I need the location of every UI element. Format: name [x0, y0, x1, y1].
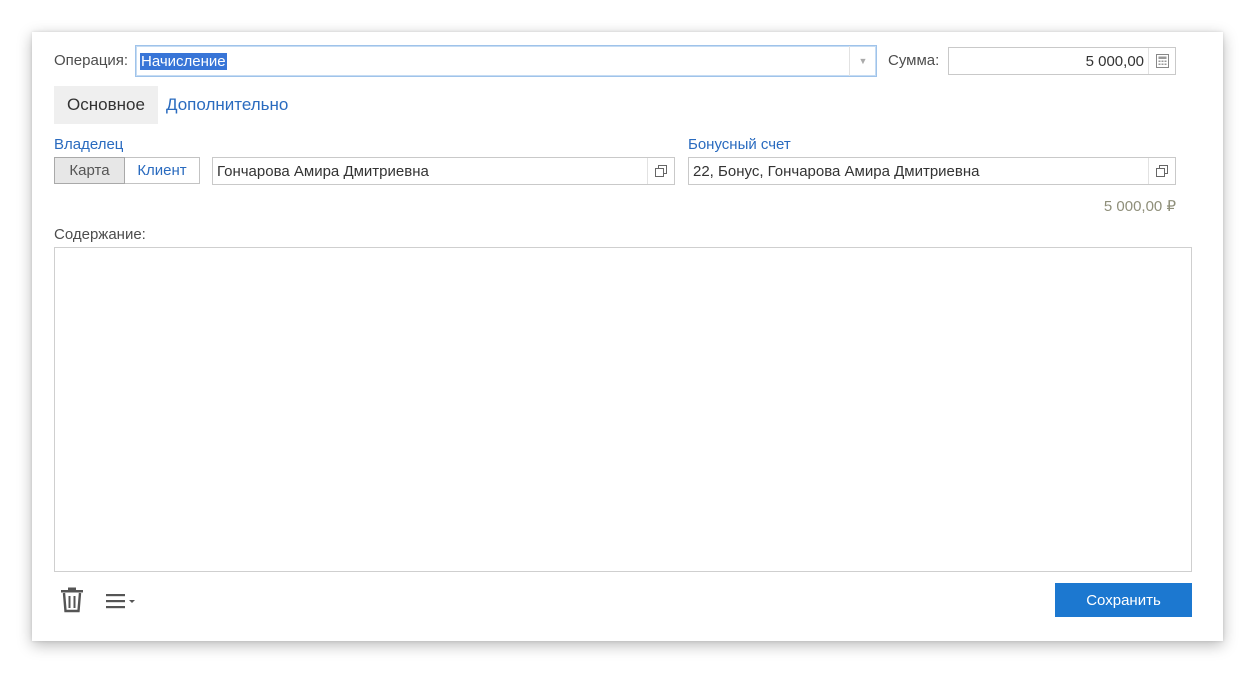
tab-additional[interactable]: Дополнительно — [166, 86, 288, 124]
operation-dialog: Операция: Начисление ▼ Сумма: 5 000,00 О… — [32, 32, 1223, 641]
owner-type-toggle: Карта Клиент — [54, 157, 200, 184]
menu-icon[interactable] — [106, 593, 138, 613]
operation-value: Начисление — [140, 52, 227, 70]
chevron-down-icon[interactable]: ▼ — [849, 46, 876, 76]
content-label: Содержание: — [54, 226, 146, 243]
save-button[interactable]: Сохранить — [1055, 583, 1192, 617]
bonus-account-value: 22, Бонус, Гончарова Амира Дмитриевна — [693, 162, 980, 180]
bonus-account-field[interactable]: 22, Бонус, Гончарова Амира Дмитриевна — [688, 157, 1176, 185]
open-icon[interactable] — [1148, 158, 1175, 184]
sum-value: 5 000,00 — [1085, 52, 1144, 70]
open-icon[interactable] — [647, 158, 674, 184]
operation-select[interactable]: Начисление ▼ — [135, 45, 877, 77]
trash-icon[interactable] — [60, 587, 84, 617]
operation-label: Операция: — [54, 52, 129, 69]
bonus-balance: 5 000,00 ₽ — [1103, 198, 1176, 215]
owner-value: Гончарова Амира Дмитриевна — [217, 162, 429, 180]
owner-field[interactable]: Гончарова Амира Дмитриевна — [212, 157, 675, 185]
toggle-card[interactable]: Карта — [54, 157, 125, 184]
owner-label[interactable]: Владелец — [54, 136, 123, 153]
sum-input[interactable]: 5 000,00 — [948, 47, 1176, 75]
content-textarea[interactable] — [54, 247, 1192, 572]
calculator-icon[interactable] — [1148, 48, 1175, 74]
tab-main[interactable]: Основное — [54, 86, 158, 124]
bonus-account-label[interactable]: Бонусный счет — [688, 136, 791, 153]
toggle-client[interactable]: Клиент — [125, 157, 200, 184]
sum-label: Сумма: — [888, 52, 940, 69]
